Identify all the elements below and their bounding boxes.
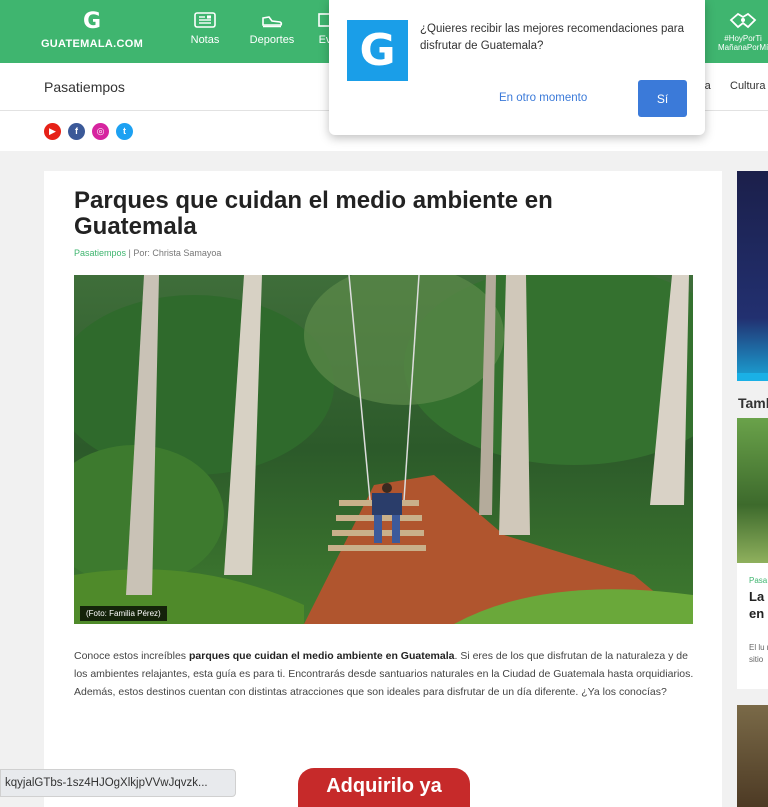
- campaign-link[interactable]: #HoyPorTi MañanaPorMí: [718, 10, 768, 52]
- article-byline: Por: Christa Samayoa: [133, 248, 222, 258]
- twitter-icon[interactable]: t: [116, 123, 133, 140]
- related-title: La nu en: [749, 589, 768, 621]
- intro-highlight: parques que cuidan el medio ambiente en …: [188, 650, 455, 662]
- newspaper-icon: [194, 12, 216, 28]
- instagram-icon[interactable]: ◎: [92, 123, 109, 140]
- notification-prompt: G ¿Quieres recibir las mejores recomenda…: [329, 0, 705, 135]
- nav-item-notas[interactable]: Notas: [188, 12, 222, 46]
- ad-buy-button[interactable]: Adquirilo ya: [298, 768, 470, 807]
- photo-caption: (Foto: Familia Pérez): [80, 606, 167, 621]
- status-url: kqyjalGTbs-1sz4HJOgXlkjpVVwJqvzk...: [0, 769, 236, 797]
- article-title: Parques que cuidan el medio ambiente en …: [74, 187, 553, 240]
- facebook-icon[interactable]: f: [68, 123, 85, 140]
- nav-item-label: Notas: [190, 34, 220, 46]
- youtube-icon[interactable]: ▶: [44, 123, 61, 140]
- related-category: Pasa: [749, 576, 768, 585]
- logo-name: GUATEMALA.COM: [40, 38, 144, 50]
- campaign-line2: MañanaPorMí: [718, 43, 768, 52]
- article-category[interactable]: Pasatiempos: [74, 248, 126, 258]
- logo-letter: G: [82, 9, 102, 34]
- related-heading: Tamb: [738, 395, 768, 411]
- nav-item-label: Deportes: [249, 34, 295, 46]
- related-description: El lu nue sitio: [749, 643, 768, 664]
- campaign-line1: #HoyPorTi: [724, 34, 762, 43]
- category-link-cultura[interactable]: Cultura: [730, 80, 765, 92]
- forest-swing-image: [74, 275, 693, 624]
- related-card[interactable]: Pasa La nu en El lu nue sitio: [737, 418, 768, 689]
- site-logo[interactable]: G GUATEMALA.COM: [40, 9, 144, 51]
- related-image-2[interactable]: [737, 705, 768, 807]
- article-intro: Conoce estos increíbles parques que cuid…: [74, 650, 694, 698]
- accept-button[interactable]: Sí: [638, 80, 687, 117]
- ad-strip: [737, 373, 768, 381]
- article-photo: (Foto: Familia Pérez): [74, 275, 693, 624]
- prompt-message: ¿Quieres recibir las mejores recomendaci…: [420, 23, 684, 52]
- article-meta: Pasatiempos | Por: Christa Samayoa: [74, 248, 221, 258]
- article-card: Parques que cuidan el medio ambiente en …: [44, 171, 722, 807]
- prompt-logo: G: [347, 20, 408, 81]
- sneaker-icon: [262, 16, 283, 28]
- related-image: [737, 418, 768, 563]
- nav-item-deportes[interactable]: Deportes: [249, 12, 295, 46]
- sidebar-ad[interactable]: [737, 171, 768, 381]
- handshake-icon: [729, 12, 757, 29]
- section-title: Pasatiempos: [44, 79, 125, 95]
- later-button[interactable]: En otro momento: [499, 92, 587, 104]
